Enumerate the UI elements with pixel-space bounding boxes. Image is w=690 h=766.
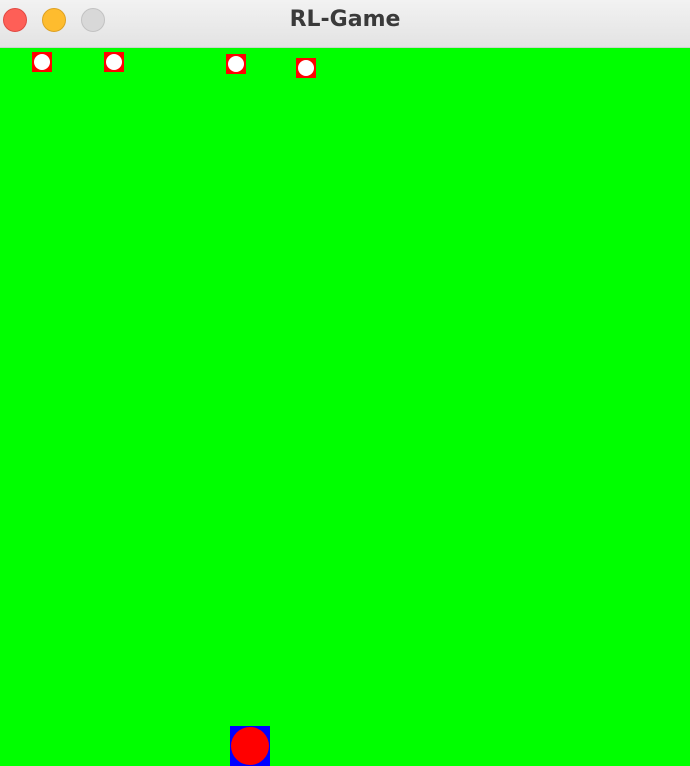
enemy-core xyxy=(298,60,314,76)
window-title: RL-Game xyxy=(289,7,401,32)
player-token xyxy=(230,726,270,766)
enemy-core xyxy=(106,54,122,70)
game-window: RL-Game xyxy=(0,0,690,766)
enemy-token xyxy=(226,54,246,74)
enemy-token xyxy=(32,52,52,72)
player-core xyxy=(231,727,269,765)
enemy-core xyxy=(34,54,50,70)
enemy-core xyxy=(228,56,244,72)
title-bar[interactable]: RL-Game xyxy=(0,0,690,48)
game-playfield[interactable] xyxy=(0,48,690,766)
enemy-token xyxy=(104,52,124,72)
enemy-token xyxy=(296,58,316,78)
